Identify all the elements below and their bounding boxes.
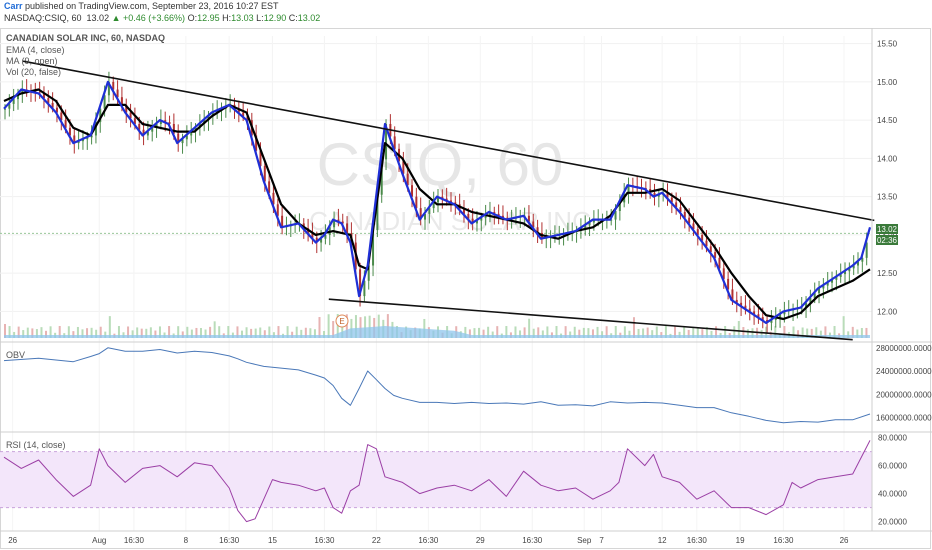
legend-ema[interactable]: EMA (4, close)	[6, 45, 65, 55]
rsi-pane	[0, 440, 872, 523]
trendlines[interactable]	[22, 60, 875, 341]
rsi-y-tick: 40.0000	[878, 490, 907, 499]
main-title: CANADIAN SOLAR INC, 60, NASDAQ	[6, 33, 165, 43]
legend-vol[interactable]: Vol (20, false)	[6, 67, 61, 77]
rsi-y-tick: 60.0000	[878, 462, 907, 471]
main-y-tick: 15.00	[877, 78, 898, 87]
earnings-label: E	[339, 317, 344, 326]
x-tick: 16:30	[124, 536, 145, 545]
x-tick: 16:30	[773, 536, 794, 545]
volume-bar	[108, 316, 111, 338]
rsi-title[interactable]: RSI (14, close)	[6, 440, 66, 450]
main-y-tick: 13.50	[877, 193, 898, 202]
legend-ma[interactable]: MA (9, open)	[6, 56, 58, 66]
volume-bar	[842, 316, 845, 338]
x-tick: 19	[736, 536, 745, 545]
watermark-symbol: CSIQ, 60	[317, 131, 564, 198]
x-tick: Aug	[92, 536, 106, 545]
main-y-tick: 15.50	[877, 40, 898, 49]
main-y-tick: 14.00	[877, 154, 898, 163]
volume-bar	[632, 317, 635, 338]
x-tick: Sep	[577, 536, 592, 545]
rsi-y-tick: 80.0000	[878, 434, 907, 443]
rsi-y-tick: 20.0000	[878, 518, 907, 527]
x-tick: 16:30	[314, 536, 335, 545]
x-tick: 16:30	[687, 536, 708, 545]
main-y-tick: 14.50	[877, 116, 898, 125]
x-tick: 29	[476, 536, 485, 545]
legends: CANADIAN SOLAR INC, 60, NASDAQ EMA (4, c…	[6, 33, 165, 450]
main-y-tick: 12.50	[877, 269, 898, 278]
x-tick: 16:30	[219, 536, 240, 545]
obv-title[interactable]: OBV	[6, 350, 25, 360]
obv-y-tick: 20000000.0000	[876, 390, 932, 399]
volume-bar	[327, 314, 330, 338]
x-tick: 12	[658, 536, 667, 545]
x-tick: 15	[268, 536, 277, 545]
x-tick: 16:30	[418, 536, 439, 545]
countdown-tag: 02:36	[877, 236, 898, 245]
last-price-tag: 13.02	[877, 225, 898, 234]
main-y-tick: 12.00	[877, 307, 898, 316]
rsi-band	[0, 451, 872, 508]
x-tick: 26	[8, 536, 17, 545]
x-tick: 26	[840, 536, 849, 545]
volume-bar	[318, 317, 321, 338]
x-tick: 22	[372, 536, 381, 545]
watermark: CSIQ, 60 CANADIAN SOLAR INC	[309, 131, 591, 236]
x-tick: 8	[184, 536, 189, 545]
x-tick: 7	[599, 536, 604, 545]
stock-chart[interactable]: CSIQ, 60 CANADIAN SOLAR INC 15.50 15.00 14…	[0, 0, 932, 550]
obv-y-tick: 24000000.0000	[876, 367, 932, 376]
earnings-marker[interactable]: E	[335, 314, 349, 328]
obv-y-tick: 16000000.0000	[876, 413, 932, 422]
x-tick: 16:30	[522, 536, 543, 545]
obv-y-tick: 28000000.0000	[876, 344, 932, 353]
